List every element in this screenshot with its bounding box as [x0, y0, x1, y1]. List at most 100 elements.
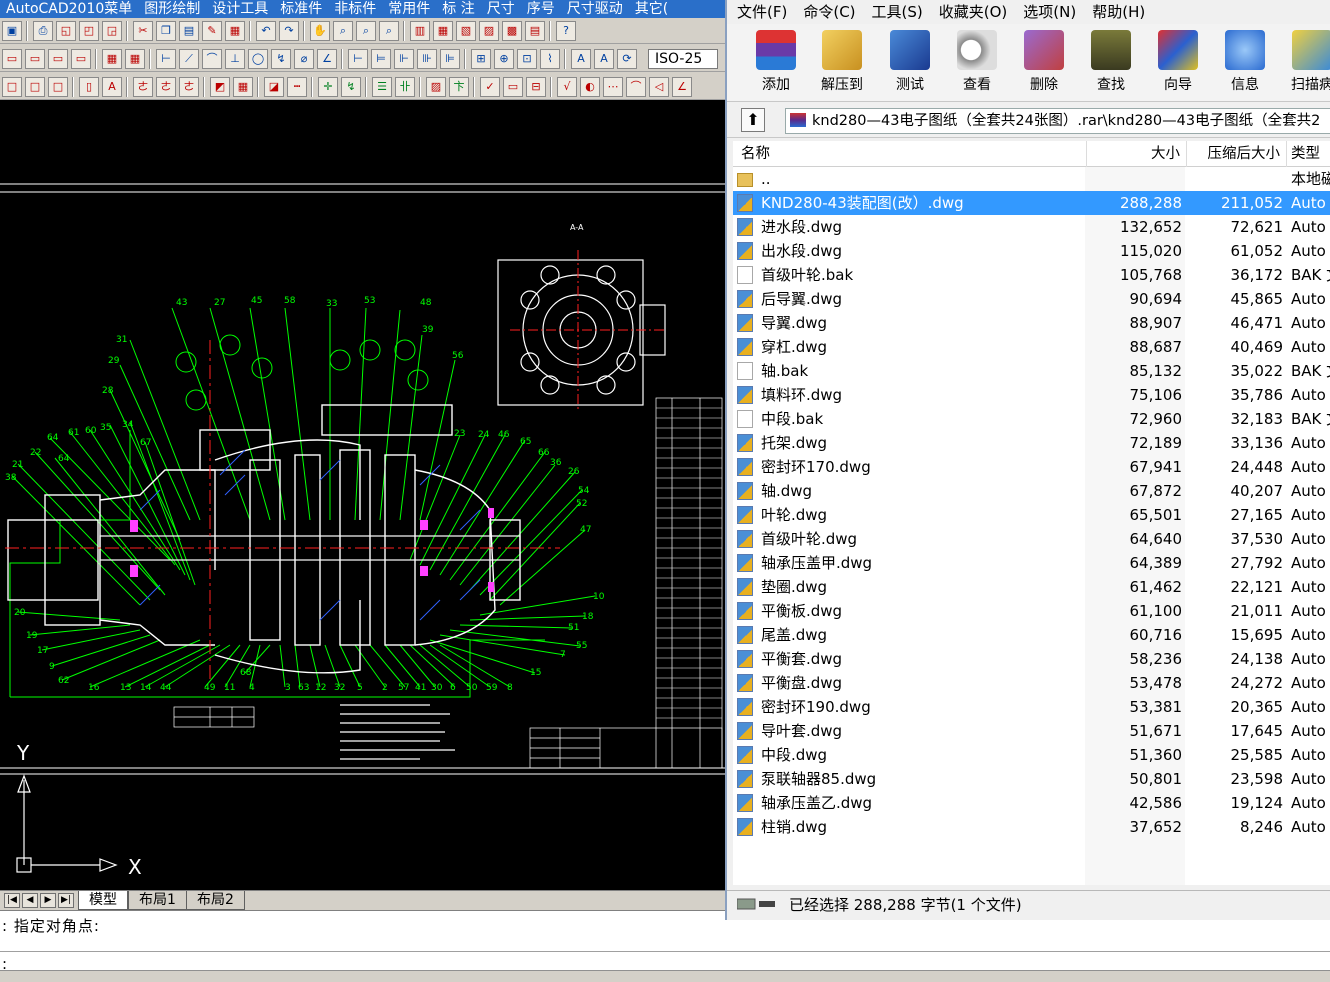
test-button[interactable]: 测试 — [877, 28, 943, 98]
zoom-prev-icon[interactable]: ⌕ — [379, 21, 399, 41]
file-row[interactable]: 密封环190.dwg 53,381 20,365 Auto — [733, 695, 1330, 719]
file-row[interactable]: 平衡板.dwg 61,100 21,011 Auto — [733, 599, 1330, 623]
calc-icon[interactable]: ▤ — [525, 21, 545, 41]
rect3-icon[interactable]: □ — [48, 77, 68, 97]
file-row[interactable]: 穿杠.dwg 88,687 40,469 Auto — [733, 335, 1330, 359]
file-row[interactable]: 柱销.dwg 37,652 8,246 Auto — [733, 815, 1330, 839]
column-size[interactable]: 大小 — [1087, 141, 1187, 167]
rect-icon[interactable]: □ — [2, 77, 22, 97]
text-icon[interactable]: A — [102, 77, 122, 97]
text-style2-icon[interactable]: ㄜ — [156, 77, 176, 97]
file-row[interactable]: 托架.dwg 72,189 33,136 Auto — [733, 431, 1330, 455]
file-row[interactable]: 首级叶轮.dwg 64,640 37,530 Auto — [733, 527, 1330, 551]
rect2-icon[interactable]: □ — [25, 77, 45, 97]
plot-icon[interactable]: ◲ — [102, 21, 122, 41]
dimstyle-select[interactable]: ISO-25 — [648, 49, 718, 69]
tab-layout2[interactable]: 布局2 — [186, 891, 245, 910]
file-row[interactable]: 导叶套.dwg 51,671 17,645 Auto — [733, 719, 1330, 743]
first-tab-icon[interactable]: |◀ — [4, 893, 20, 908]
file-row[interactable]: 轴.bak 85,132 35,022 BAK 文 — [733, 359, 1330, 383]
file-row[interactable]: 首级叶轮.bak 105,768 36,172 BAK 文 — [733, 263, 1330, 287]
block-icon[interactable]: ▦ — [225, 21, 245, 41]
save-icon[interactable]: ▣ — [2, 21, 22, 41]
check-icon[interactable]: ✓ — [480, 77, 500, 97]
hatch-cross-icon[interactable]: 卝 — [395, 77, 415, 97]
hatch-icon[interactable]: ▨ — [426, 77, 446, 97]
layer-prev-icon[interactable]: ▭ — [48, 49, 68, 69]
column-name[interactable]: 名称 — [733, 141, 1087, 167]
acad-menu-dim-driven[interactable]: 尺寸驱动 — [561, 0, 629, 18]
print-icon[interactable]: ⎙ — [33, 21, 53, 41]
acad-menu-main[interactable]: AutoCAD2010菜单 — [0, 0, 138, 18]
design-center-icon[interactable]: ▦ — [433, 21, 453, 41]
last-tab-icon[interactable]: ▶| — [58, 893, 74, 908]
file-row[interactable]: 中段.bak 72,960 32,183 BAK 文 — [733, 407, 1330, 431]
dim-continue-icon[interactable]: ⊩ — [394, 49, 414, 69]
dim-linear-icon[interactable]: ⊢ — [156, 49, 176, 69]
bolt-icon[interactable]: ⊟ — [526, 77, 546, 97]
file-row[interactable]: KND280-43装配图(改）.dwg 288,288 211,052 Auto — [733, 191, 1330, 215]
file-row[interactable]: 泵联轴器85.dwg 50,801 23,598 Auto — [733, 767, 1330, 791]
file-row[interactable]: 导翼.dwg 88,907 46,471 Auto — [733, 311, 1330, 335]
dim-aligned-icon[interactable]: ⟋ — [179, 49, 199, 69]
roughness-icon[interactable]: √ — [557, 77, 577, 97]
acad-menu-common[interactable]: 常用件 — [382, 0, 436, 18]
acad-menu-dimension[interactable]: 尺寸 — [481, 0, 521, 18]
redo-icon[interactable]: ↷ — [279, 21, 299, 41]
dim-ordinate-icon[interactable]: ⊥ — [225, 49, 245, 69]
linetype-icon[interactable]: ◪ — [264, 77, 284, 97]
cut-icon[interactable]: ✂ — [133, 21, 153, 41]
dim-arc-icon[interactable]: ⌒ — [202, 49, 222, 69]
table3-icon[interactable]: ▭ — [503, 77, 523, 97]
rar-menu-help[interactable]: 帮助(H) — [1082, 0, 1151, 24]
sheet-set-icon[interactable]: ▨ — [479, 21, 499, 41]
acad-menu-design[interactable]: 设计工具 — [206, 0, 274, 18]
file-row[interactable]: 平衡盘.dwg 53,478 24,272 Auto — [733, 671, 1330, 695]
copy-icon[interactable]: ❐ — [156, 21, 176, 41]
dim-diameter-icon[interactable]: ⌀ — [294, 49, 314, 69]
arc-icon[interactable]: ⌒ — [626, 77, 646, 97]
thread-icon[interactable]: ⋯ — [603, 77, 623, 97]
path-field[interactable]: knd280—43电子图纸（全套共24张图）.rar\knd280—43电子图纸… — [785, 108, 1330, 134]
layer-color-icon[interactable]: ◩ — [210, 77, 230, 97]
dim-baseline-icon[interactable]: ⊨ — [371, 49, 391, 69]
file-row[interactable]: 进水段.dwg 132,652 72,621 Auto — [733, 215, 1330, 239]
file-row[interactable]: 平衡套.dwg 58,236 24,138 Auto — [733, 647, 1330, 671]
file-row[interactable]: 垫圈.dwg 61,462 22,121 Auto — [733, 575, 1330, 599]
acad-menu-nonstandard[interactable]: 非标件 — [328, 0, 382, 18]
file-row[interactable]: 密封环170.dwg 67,941 24,448 Auto — [733, 455, 1330, 479]
view-button[interactable]: 查看 — [944, 28, 1010, 98]
dim-jogged-icon[interactable]: ↯ — [271, 49, 291, 69]
pan-icon[interactable]: ✋ — [310, 21, 330, 41]
frame-icon[interactable]: ▯ — [79, 77, 99, 97]
file-row[interactable]: 填料环.dwg 75,106 35,786 Auto — [733, 383, 1330, 407]
hatch-lines-icon[interactable]: ☰ — [372, 77, 392, 97]
properties-icon[interactable]: ▥ — [410, 21, 430, 41]
file-row[interactable]: 后导翼.dwg 90,694 45,865 Auto — [733, 287, 1330, 311]
dim-radius-icon[interactable]: ◯ — [248, 49, 268, 69]
file-row[interactable]: 出水段.dwg 115,020 61,052 Auto — [733, 239, 1330, 263]
rar-menu-file[interactable]: 文件(F) — [727, 0, 793, 24]
rar-menu-options[interactable]: 选项(N) — [1013, 0, 1082, 24]
file-row[interactable]: 中段.dwg 51,360 25,585 Auto — [733, 743, 1330, 767]
text-style1-icon[interactable]: ㄜ — [133, 77, 153, 97]
dim-edit-icon[interactable]: A — [571, 49, 591, 69]
extract-to-button[interactable]: 解压到 — [809, 28, 875, 98]
up-folder-button[interactable]: ⬆ — [741, 108, 765, 132]
palettes-icon[interactable]: ▧ — [456, 21, 476, 41]
dim-update-icon[interactable]: ⟳ — [617, 49, 637, 69]
prev-tab-icon[interactable]: ◀ — [22, 893, 38, 908]
next-tab-icon[interactable]: ▶ — [40, 893, 56, 908]
jog-line-icon[interactable]: ⌇ — [540, 49, 560, 69]
table-icon[interactable]: ▦ — [102, 49, 122, 69]
file-row[interactable]: 轴.dwg 67,872 40,207 Auto — [733, 479, 1330, 503]
paste-icon[interactable]: ▤ — [179, 21, 199, 41]
tab-layout1[interactable]: 布局1 — [128, 891, 187, 910]
column-type[interactable]: 类型 — [1287, 141, 1330, 167]
layer-icon[interactable]: ▭ — [2, 49, 22, 69]
center-mark-icon[interactable]: ⊕ — [494, 49, 514, 69]
dim-quick-icon[interactable]: ⊢ — [348, 49, 368, 69]
acad-menu-other[interactable]: 其它( — [629, 0, 674, 18]
drawing-canvas[interactable]: A-A 43 27 45 58 33 53 48 39 56 31 29 28 … — [0, 100, 725, 890]
preview-icon[interactable]: ◱ — [56, 21, 76, 41]
